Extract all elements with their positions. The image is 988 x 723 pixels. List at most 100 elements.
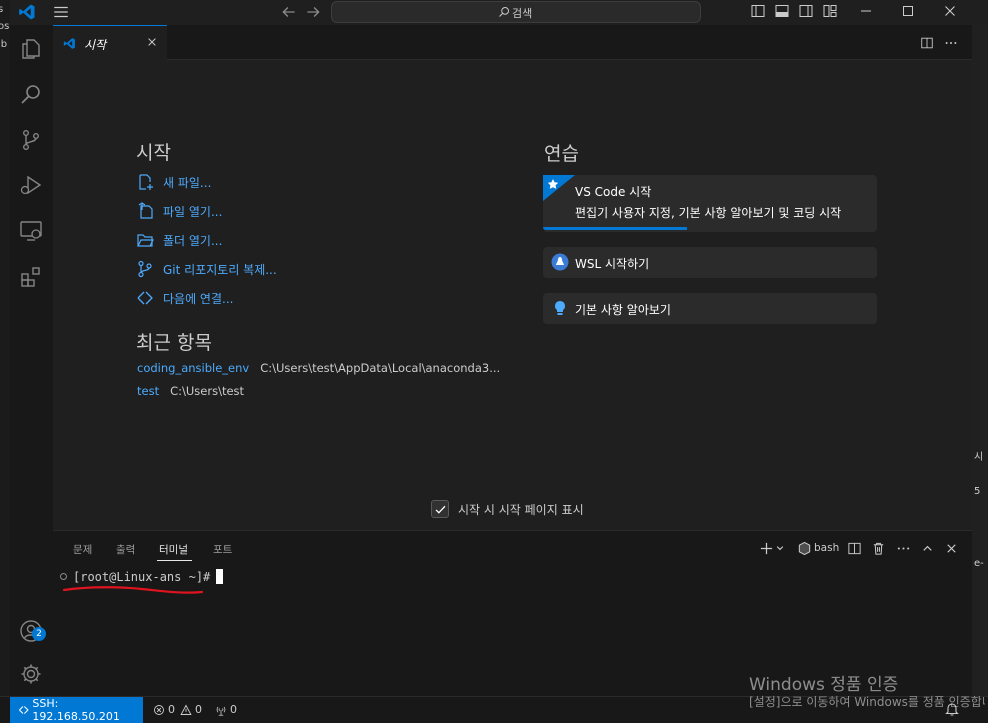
toggle-secondary-sidebar-icon[interactable] [798, 3, 814, 19]
tab-ports[interactable]: 포트 [213, 542, 232, 557]
background-window-edge: 시 5 e- [972, 25, 988, 696]
open-folder-label: 폴더 열기... [163, 233, 223, 248]
chevron-down-icon[interactable] [775, 541, 785, 556]
command-center-search[interactable]: 검색 [331, 1, 701, 23]
background-text-fragment: e- [974, 558, 984, 569]
open-file-link[interactable]: 파일 열기... [136, 201, 222, 221]
background-text-fragment: 5 [974, 486, 981, 497]
accounts-badge: 2 [32, 627, 46, 641]
recent-item[interactable]: coding_ansible_env C:\Users\test\AppData\… [137, 361, 500, 375]
maximize-icon[interactable] [900, 3, 916, 19]
welcome-page: 시작 새 파일... 파일 열기... 폴더 열기... Git 리포지토리 복… [53, 60, 972, 530]
walkthrough-description: 편집기 사용자 지정, 기본 사항 알아보기 및 코딩 시작 [575, 206, 842, 220]
walkthrough-title: WSL 시작하기 [575, 257, 650, 271]
more-actions-icon[interactable] [896, 541, 911, 556]
warning-count: 0 [195, 703, 202, 716]
remote-icon [19, 706, 29, 714]
search-icon [499, 7, 509, 17]
background-text-fragment: ib [0, 39, 8, 50]
clone-git-repository-link[interactable]: Git 리포지토리 복제... [136, 259, 277, 279]
tab-terminal[interactable]: 터미널 [159, 542, 188, 557]
new-file-link[interactable]: 새 파일... [136, 172, 211, 192]
ports-status[interactable]: 0 [215, 703, 237, 716]
walkthrough-title: VS Code 시작 [575, 185, 652, 199]
linux-icon [551, 253, 569, 271]
vscode-logo-icon [63, 38, 75, 49]
start-heading: 시작 [136, 142, 171, 164]
activation-watermark-subtitle: [설정]으로 이동하여 Windows를 정품 인증합니다. [749, 695, 985, 709]
tab-problems[interactable]: 문제 [73, 542, 92, 557]
connect-to-link[interactable]: 다음에 연결... [136, 288, 233, 308]
settings-gear-icon[interactable] [19, 662, 43, 686]
shell-label[interactable]: bash [814, 542, 839, 554]
tab-output[interactable]: 출력 [116, 542, 135, 557]
explorer-icon[interactable] [19, 37, 43, 61]
extensions-icon[interactable] [19, 265, 43, 289]
new-file-label: 새 파일... [163, 175, 212, 190]
recent-item-path: C:\Users\test [170, 384, 245, 398]
recent-heading: 최근 항목 [136, 332, 212, 354]
show-on-startup-toggle[interactable]: 시작 시 시작 페이지 표시 [431, 500, 584, 518]
ports-count: 0 [230, 703, 237, 716]
activation-watermark-title: Windows 정품 인증 [749, 675, 899, 695]
search-icon[interactable] [19, 83, 43, 107]
active-tab-indicator [157, 560, 192, 561]
tab-label: 시작 [84, 38, 107, 52]
vscode-logo-icon [19, 4, 35, 20]
customize-layout-icon[interactable] [822, 3, 838, 19]
terminal-prompt: [root@Linux-ans ~]# [73, 569, 211, 584]
toggle-primary-sidebar-icon[interactable] [750, 3, 766, 19]
checkmark-icon [435, 505, 445, 514]
recent-item-name[interactable]: test [137, 384, 159, 398]
walkthrough-card[interactable]: WSL 시작하기 [543, 247, 877, 278]
forward-arrow-icon[interactable] [304, 3, 322, 21]
run-debug-icon[interactable] [19, 173, 43, 197]
trash-icon[interactable] [871, 541, 886, 556]
remote-indicator[interactable]: SSH: 192.168.50.201 [10, 697, 143, 723]
radio-tower-icon [216, 706, 226, 716]
menu-icon[interactable] [52, 3, 70, 21]
recent-item-path: C:\Users\test\AppData\Local\anaconda3... [260, 361, 501, 375]
new-file-icon [139, 174, 153, 190]
warning-icon [180, 704, 192, 715]
toggle-panel-icon[interactable] [774, 3, 790, 19]
close-window-icon[interactable] [942, 3, 958, 19]
terminal-output[interactable]: [root@Linux-ans ~]# [60, 569, 224, 584]
open-folder-icon [137, 234, 154, 247]
clone-git-repository-label: Git 리포지토리 복제... [163, 262, 277, 277]
back-arrow-icon[interactable] [280, 3, 298, 21]
new-terminal-icon[interactable] [759, 541, 774, 556]
title-bar: 검색 [10, 0, 988, 25]
open-folder-link[interactable]: 폴더 열기... [136, 230, 222, 250]
background-text-fragment: os [0, 21, 10, 32]
error-icon [154, 704, 164, 715]
featured-star-icon [543, 175, 575, 201]
red-underline-annotation [62, 586, 204, 594]
remote-explorer-icon[interactable] [19, 219, 43, 243]
problems-status[interactable]: 0 0 [153, 703, 202, 716]
close-panel-icon[interactable] [944, 541, 959, 556]
terminal-cursor [216, 569, 224, 584]
remote-label: SSH: 192.168.50.201 [32, 697, 120, 723]
walkthrough-featured-card[interactable]: VS Code 시작 편집기 사용자 지정, 기본 사항 알아보기 및 코딩 시… [543, 175, 877, 232]
walkthrough-card[interactable]: 기본 사항 알아보기 [543, 293, 877, 324]
open-file-icon [138, 202, 153, 219]
minimize-icon[interactable] [858, 3, 874, 19]
background-text-fragment: s [0, 4, 4, 15]
recent-item[interactable]: test C:\Users\test [137, 384, 244, 398]
maximize-panel-icon[interactable] [920, 541, 935, 556]
background-window-edge: s os ib [0, 0, 10, 723]
bash-shell-icon [798, 541, 811, 556]
recent-item-name[interactable]: coding_ansible_env [137, 361, 249, 375]
remote-icon [137, 291, 153, 305]
split-terminal-icon[interactable] [847, 541, 862, 556]
lightbulb-icon [555, 301, 565, 315]
command-decoration-icon [60, 573, 67, 580]
show-on-startup-label: 시작 시 시작 페이지 표시 [458, 502, 584, 517]
show-on-startup-checkbox[interactable] [431, 500, 449, 518]
source-control-icon[interactable] [19, 128, 43, 152]
more-actions-icon[interactable] [944, 36, 958, 50]
close-tab-icon[interactable] [146, 36, 158, 48]
split-editor-icon[interactable] [920, 36, 934, 50]
tab-welcome[interactable]: 시작 [53, 25, 167, 60]
